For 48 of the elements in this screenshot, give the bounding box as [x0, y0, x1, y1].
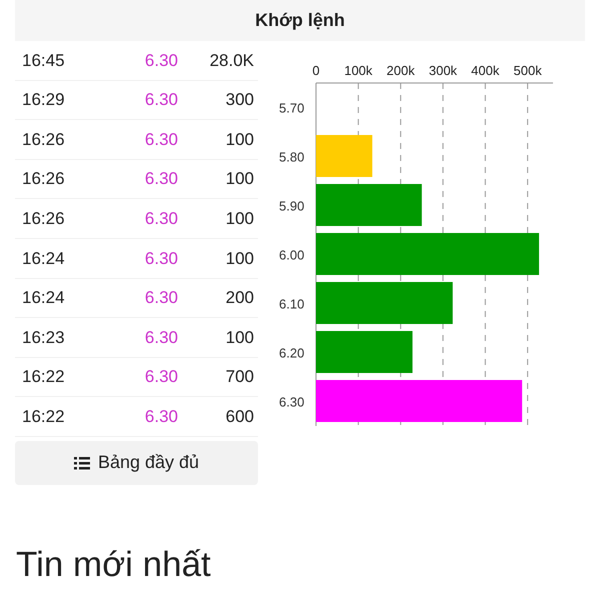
trade-volume: 600 [224, 406, 255, 428]
trade-time: 16:24 [22, 287, 66, 310]
category-label: 5.90 [279, 198, 304, 214]
trade-price: 6.30 [144, 326, 178, 349]
section-title: Khớp lệnh [255, 9, 345, 32]
axis-tick-label: 200k [386, 63, 415, 78]
trade-price: 6.30 [144, 89, 178, 112]
axis-tick-label: 500k [514, 63, 542, 78]
trade-time: 16:23 [22, 326, 66, 349]
news-heading: Tin mới nhất [16, 544, 211, 584]
trade-volume: 100 [224, 128, 255, 151]
category-label: 6.20 [279, 346, 304, 360]
category-label: 5.80 [279, 150, 304, 164]
axis-tick-label: 100k [344, 63, 372, 78]
trade-volume: 300 [224, 89, 255, 112]
axis-tick-label: 300k [428, 63, 458, 78]
trade-time: 16:22 [22, 366, 66, 388]
category-label: 6.00 [279, 248, 304, 262]
axis-tick-label: 400k [471, 63, 500, 78]
trade-volume: 100 [224, 168, 255, 190]
trade-price: 6.30 [144, 366, 178, 388]
category-label: 6.10 [279, 296, 304, 312]
trade-time: 16:26 [22, 168, 66, 190]
trade-time: 16:26 [22, 128, 66, 151]
trade-price: 6.30 [144, 50, 178, 72]
trade-time: 16:45 [22, 50, 66, 72]
volume-bar [316, 135, 372, 177]
trade-time: 16:26 [22, 208, 66, 230]
trade-price: 6.30 [144, 128, 178, 151]
trade-price: 6.30 [144, 406, 178, 428]
category-label: 6.30 [279, 394, 304, 410]
trade-volume: 100 [224, 326, 255, 349]
trade-time: 16:24 [22, 248, 66, 270]
category-label: 5.70 [279, 100, 304, 116]
trade-price: 6.30 [144, 168, 178, 190]
trade-price: 6.30 [144, 208, 178, 230]
trade-volume: 200 [224, 287, 255, 310]
trade-time: 16:29 [22, 89, 66, 112]
axis-tick-label: 0 [312, 63, 320, 78]
trade-volume: 100 [224, 248, 255, 270]
trade-volume: 700 [224, 366, 255, 388]
list-icon [74, 456, 90, 470]
trade-time: 16:22 [22, 406, 66, 428]
trade-price: 6.30 [144, 287, 178, 310]
trade-volume: 28.0K [208, 50, 255, 72]
trade-volume: 100 [224, 208, 255, 230]
trade-price: 6.30 [144, 248, 178, 270]
full-table-button[interactable]: Bảng đầy đủ [15, 440, 258, 485]
